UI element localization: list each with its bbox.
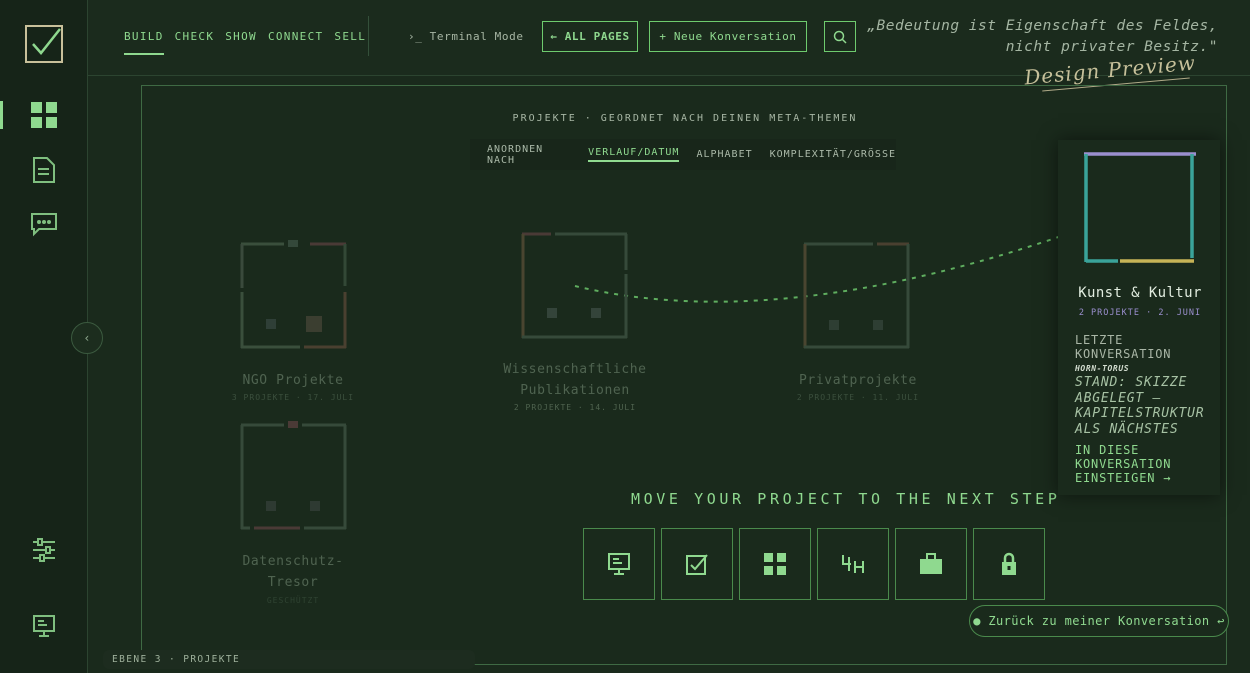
conversation-status-line-1: STAND: SKIZZE [1075, 375, 1188, 390]
featured-project-meta: 2 PROJEKTE · 2. JUNI [1078, 308, 1202, 318]
enter-conversation-line-1: IN DIESE [1075, 443, 1140, 457]
conversation-status-line-2: ABGELEGT — [1075, 390, 1162, 406]
project-privacy-title: Datenschutz- Tresor [210, 551, 376, 593]
project-frame-icon [803, 242, 910, 349]
project-science-title: Wissenschaftliche Publikationen [470, 359, 680, 401]
project-frame-icon [240, 240, 347, 349]
featured-project-title: Kunst & Kultur [1078, 285, 1202, 301]
project-privacy-meta: GESCHÜTZT [266, 596, 320, 605]
lock-icon [1002, 552, 1016, 575]
featured-project-frame-icon [1084, 152, 1196, 263]
grid-icon [764, 553, 786, 575]
step-monitor-button[interactable] [583, 528, 655, 600]
project-private[interactable] [803, 240, 911, 350]
step-sell-button[interactable] [895, 528, 967, 600]
project-ngo-title: NGO Projekte [242, 373, 344, 388]
step-lock-button[interactable] [973, 528, 1045, 600]
last-conversation-label: LETZTE KONVERSATION [1075, 333, 1171, 361]
conversation-status-line-4: ALS NÄCHSTES [1075, 421, 1179, 437]
step-connect-button[interactable] [817, 528, 889, 600]
conversation-name: HORN-TORUS [1075, 364, 1130, 373]
conversation-status: STAND: SKIZZE ABGELEGT — KAPITELSTRUKTUR… [1075, 375, 1204, 437]
project-science[interactable] [521, 230, 629, 340]
project-private-title: Privatprojekte [799, 373, 917, 388]
level-breadcrumb: EBENE 3 · PROJEKTE [103, 650, 475, 669]
enter-conversation-line-2: KONVERSATION [1075, 457, 1172, 471]
back-to-conversation-button[interactable]: ● Zurück zu meiner Konversation ↩ [969, 605, 1229, 637]
last-conversation-label-line-1: LETZTE [1075, 333, 1124, 347]
checkbox-icon [686, 554, 708, 575]
project-privacy-title-line-1: Datenschutz- [242, 554, 344, 569]
project-frame-icon [240, 421, 347, 530]
project-ngo-meta: 3 PROJEKTE · 17. JULI [231, 393, 355, 402]
project-frame-icon [521, 232, 628, 339]
project-science-title-line-2: Publikationen [520, 383, 630, 398]
connect-glyph-icon [842, 555, 864, 573]
last-conversation-label-line-2: KONVERSATION [1075, 347, 1172, 361]
step-grid-button[interactable] [739, 528, 811, 600]
briefcase-icon [920, 553, 942, 574]
enter-conversation-link[interactable]: IN DIESE KONVERSATION EINSTEIGEN → [1075, 443, 1171, 485]
project-private-meta: 2 PROJEKTE · 11. JULI [796, 393, 920, 402]
project-privacy-title-line-2: Tresor [267, 575, 319, 590]
project-ngo[interactable] [240, 240, 348, 350]
enter-conversation-line-3: EINSTEIGEN → [1075, 471, 1172, 485]
project-science-title-line-1: Wissenschaftliche [503, 362, 647, 377]
step-check-button[interactable] [661, 528, 733, 600]
next-step-heading: MOVE YOUR PROJECT TO THE NEXT STEP [631, 490, 1061, 508]
project-privacy-vault[interactable] [240, 421, 348, 531]
conversation-status-line-3: KAPITELSTRUKTUR [1075, 406, 1205, 421]
project-science-meta: 2 PROJEKTE · 14. JULI [513, 403, 637, 412]
monitor-icon [608, 553, 630, 575]
